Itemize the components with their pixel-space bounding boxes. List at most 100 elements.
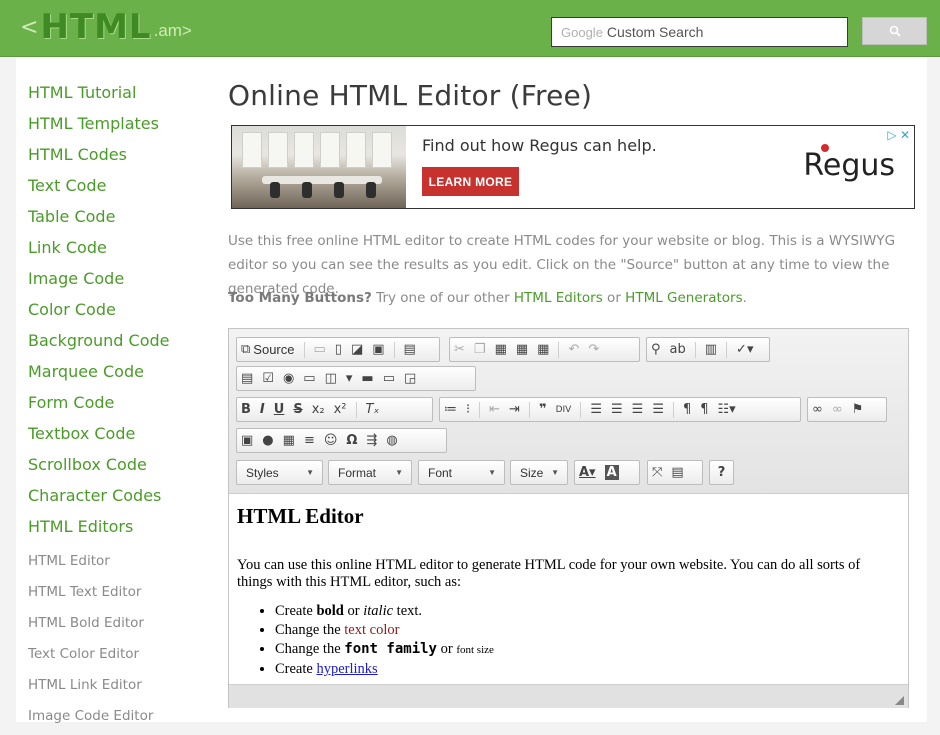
search-button[interactable] [862,17,927,45]
sidebar-item-textbox-code[interactable]: Textbox Code [28,421,208,452]
div-container-icon[interactable]: DIV [556,405,572,415]
numbered-list-icon[interactable]: ≔ [444,402,457,417]
copy-icon[interactable]: ❐ [474,342,486,357]
sidebar-item-character-codes[interactable]: Character Codes [28,483,208,514]
sidebar-sub-text-color-editor[interactable]: Text Color Editor [28,642,208,673]
paste-text-icon[interactable]: ▦ [516,342,528,357]
source-button[interactable]: Source [253,342,294,357]
textfield-icon[interactable]: ▭ [303,371,315,386]
help-button[interactable]: ? [709,460,734,485]
select-icon[interactable]: ▾ [346,371,353,386]
li-hyperlink[interactable]: hyperlinks [316,661,377,677]
textarea-icon[interactable]: ◫ [325,371,337,386]
templates-icon[interactable]: ▤ [404,342,416,357]
subscript-icon[interactable]: x₂ [312,402,325,417]
language-icon[interactable]: ☷▾ [718,402,736,417]
form-icon[interactable]: ▤ [241,371,253,386]
maximize-icon[interactable]: ⤧ [652,465,662,480]
preview-icon[interactable]: ◪ [351,342,363,357]
cut-icon[interactable]: ✂ [454,342,465,357]
styles-combo[interactable]: Styles ▼ [236,460,323,485]
bg-color-icon[interactable]: A [604,465,619,480]
show-blocks-icon[interactable]: ▤ [671,465,683,480]
special-char-icon[interactable]: Ω [346,433,357,448]
select-all-icon[interactable]: ▥ [705,342,717,357]
paste-word-icon[interactable]: ▦ [537,342,549,357]
radio-icon[interactable]: ◉ [283,371,294,386]
unlink-icon[interactable]: ∞ [832,402,843,417]
checkbox-icon[interactable]: ☑ [262,371,274,386]
superscript-icon[interactable]: x² [334,402,347,417]
ltr-icon[interactable]: ¶ [683,402,691,417]
bullet-list-icon[interactable]: ⁝ [466,402,470,417]
editor-content-area[interactable]: HTML Editor You can use this online HTML… [229,494,908,684]
align-right-icon[interactable]: ☰ [632,402,644,417]
sidebar-item-marquee-code[interactable]: Marquee Code [28,359,208,390]
spellcheck-icon[interactable]: ✓▾ [736,342,753,357]
ad-learn-more-button[interactable]: LEARN MORE [422,167,519,196]
find-icon[interactable]: ⚲ [651,342,661,357]
underline-icon[interactable]: U [274,402,285,417]
redo-icon[interactable]: ↷ [588,342,599,357]
sidebar-sub-image-code-editor[interactable]: Image Code Editor [28,704,208,735]
sidebar-item-text-code[interactable]: Text Code [28,173,208,204]
align-center-icon[interactable]: ☰ [611,402,623,417]
justify-icon[interactable]: ☰ [652,402,664,417]
smiley-icon[interactable]: ☺ [324,433,338,448]
search-input[interactable]: Google Custom Search [551,17,848,47]
table-icon[interactable]: ▦ [283,433,295,448]
sidebar-item-html-tutorial[interactable]: HTML Tutorial [28,80,208,111]
hidden-field-icon[interactable]: ◲ [404,371,416,386]
print-icon[interactable]: ▣ [372,342,384,357]
sidebar-sub-html-editor[interactable]: HTML Editor [28,549,208,580]
align-left-icon[interactable]: ☰ [590,402,602,417]
sidebar-item-html-templates[interactable]: HTML Templates [28,111,208,142]
format-combo[interactable]: Format ▼ [328,460,412,485]
flash-icon[interactable]: ● [262,433,273,448]
sidebar-item-table-code[interactable]: Table Code [28,204,208,235]
text-color-icon[interactable]: A▾ [579,465,596,480]
paste-icon[interactable]: ▦ [495,342,507,357]
image-button-icon[interactable]: ▭ [383,371,395,386]
site-logo[interactable]: < HTML .am> [20,7,192,47]
sidebar-item-scrollbox-code[interactable]: Scrollbox Code [28,452,208,483]
source-icon[interactable]: ⧉ [241,342,250,357]
size-combo[interactable]: Size ▼ [510,460,568,485]
bold-icon[interactable]: B [241,402,251,417]
sidebar-item-html-editors[interactable]: HTML Editors [28,514,208,545]
rtl-icon[interactable]: ¶ [700,402,708,417]
sidebar-item-image-code[interactable]: Image Code [28,266,208,297]
resize-handle-icon[interactable] [895,696,904,705]
outdent-icon[interactable]: ⇤ [489,402,500,417]
anchor-icon[interactable]: ⚑ [852,402,864,417]
iframe-icon[interactable]: ◍ [386,433,397,448]
sidebar-sub-html-bold-editor[interactable]: HTML Bold Editor [28,611,208,642]
image-icon[interactable]: ▣ [241,433,253,448]
sidebar-sub-html-link-editor[interactable]: HTML Link Editor [28,673,208,704]
horizontal-line-icon[interactable]: ≡ [304,433,315,448]
sidebar-item-background-code[interactable]: Background Code [28,328,208,359]
link-html-generators[interactable]: HTML Generators [625,290,742,306]
link-icon[interactable]: ∞ [812,402,823,417]
li-text: Create [275,661,317,677]
sidebar-item-color-code[interactable]: Color Code [28,297,208,328]
ad-close-icon[interactable]: ▷ ✕ [887,128,910,142]
link-html-editors[interactable]: HTML Editors [514,290,603,306]
indent-icon[interactable]: ⇥ [509,402,520,417]
sidebar-item-link-code[interactable]: Link Code [28,235,208,266]
sidebar-item-html-codes[interactable]: HTML Codes [28,142,208,173]
strikethrough-icon[interactable]: S [293,402,302,417]
sidebar-item-form-code[interactable]: Form Code [28,390,208,421]
sidebar-sub-html-text-editor[interactable]: HTML Text Editor [28,580,208,611]
undo-icon[interactable]: ↶ [568,342,579,357]
ad-banner[interactable]: Find out how Regus can help. LEARN MORE … [231,125,915,209]
new-page-icon[interactable]: ▯ [335,342,342,357]
remove-format-icon[interactable]: Tₓ [366,402,380,417]
blockquote-icon[interactable]: ❞ [539,402,547,417]
italic-icon[interactable]: I [260,402,265,417]
font-combo[interactable]: Font ▼ [418,460,505,485]
save-icon[interactable]: ▭ [314,342,326,357]
button-icon[interactable]: ▬ [361,371,373,386]
page-break-icon[interactable]: ⇶ [366,433,377,448]
replace-icon[interactable]: ab [670,342,686,357]
